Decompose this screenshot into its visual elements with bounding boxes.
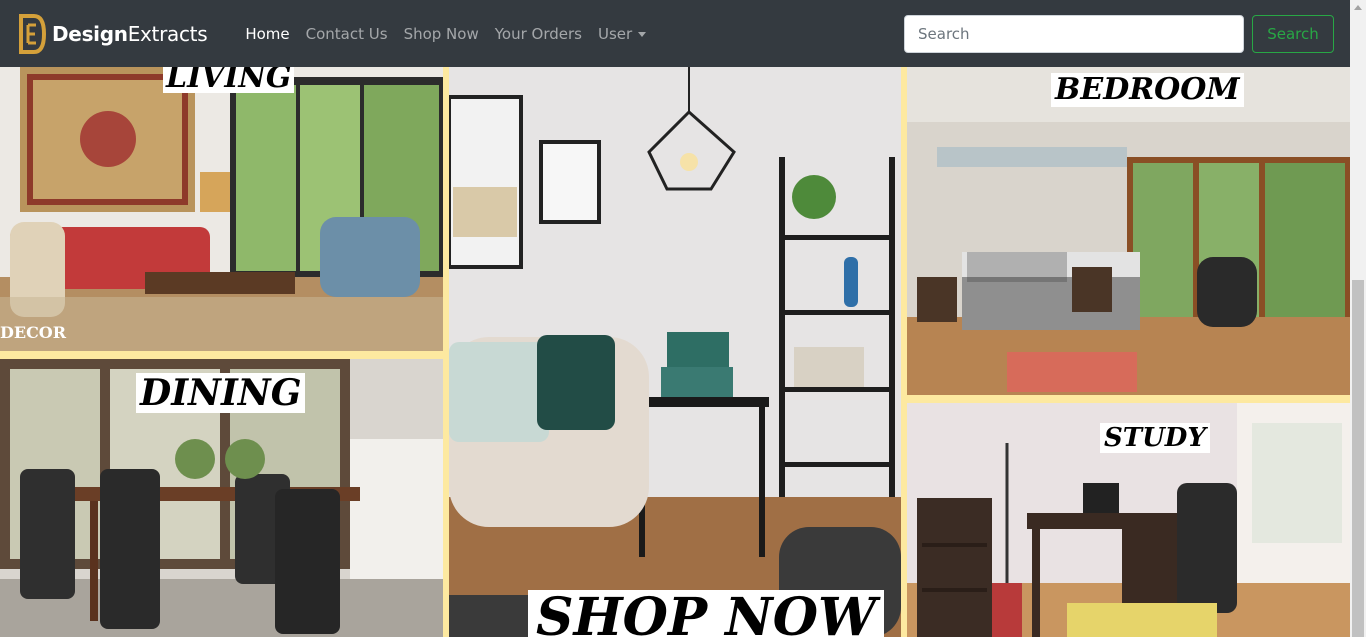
brand-name-design: Design <box>52 21 128 46</box>
brand[interactable]: DesignExtracts <box>18 13 208 54</box>
bedroom-image <box>907 67 1350 395</box>
brand-name: DesignExtracts <box>52 21 208 46</box>
bedroom-tile[interactable]: BEDROOM <box>907 67 1350 395</box>
decor-watermark: DECOR <box>0 323 67 342</box>
nav-links: Home Contact Us Shop Now Your Orders Use… <box>245 25 662 43</box>
shop-now-tile[interactable]: SHOP NOW <box>449 67 901 637</box>
top-navbar: DesignExtracts Home Contact Us Shop Now … <box>0 0 1350 67</box>
shop-now-label: SHOP NOW <box>528 590 885 637</box>
search-button[interactable]: Search <box>1252 15 1334 53</box>
nav-user-dropdown[interactable]: User <box>597 24 647 43</box>
living-room-tile[interactable]: LIVING DECOR <box>0 67 443 351</box>
shop-now-image <box>449 67 901 637</box>
living-room-image <box>0 67 443 351</box>
living-label: LIVING <box>163 67 295 93</box>
nav-orders-link[interactable]: Your Orders <box>495 25 582 43</box>
design-extracts-logo-icon <box>19 13 46 54</box>
brand-name-extracts: Extracts <box>127 21 208 46</box>
scrollbar-thumb[interactable] <box>1352 280 1364 637</box>
scroll-up-arrow-icon[interactable] <box>1354 5 1362 10</box>
dining-room-tile[interactable]: DINING <box>0 359 443 637</box>
nav-contact-link[interactable]: Contact Us <box>306 25 388 43</box>
study-tile[interactable]: STUDY <box>907 403 1350 637</box>
dining-label: DINING <box>136 373 306 413</box>
nav-home-link[interactable]: Home <box>245 25 289 43</box>
nav-user-label: User <box>597 24 633 43</box>
search-input[interactable] <box>904 15 1244 53</box>
bedroom-label: BEDROOM <box>1051 73 1244 107</box>
nav-shop-link[interactable]: Shop Now <box>404 25 479 43</box>
page-scrollbar[interactable] <box>1350 0 1366 637</box>
chevron-down-icon <box>638 31 647 37</box>
study-label: STUDY <box>1100 423 1210 453</box>
